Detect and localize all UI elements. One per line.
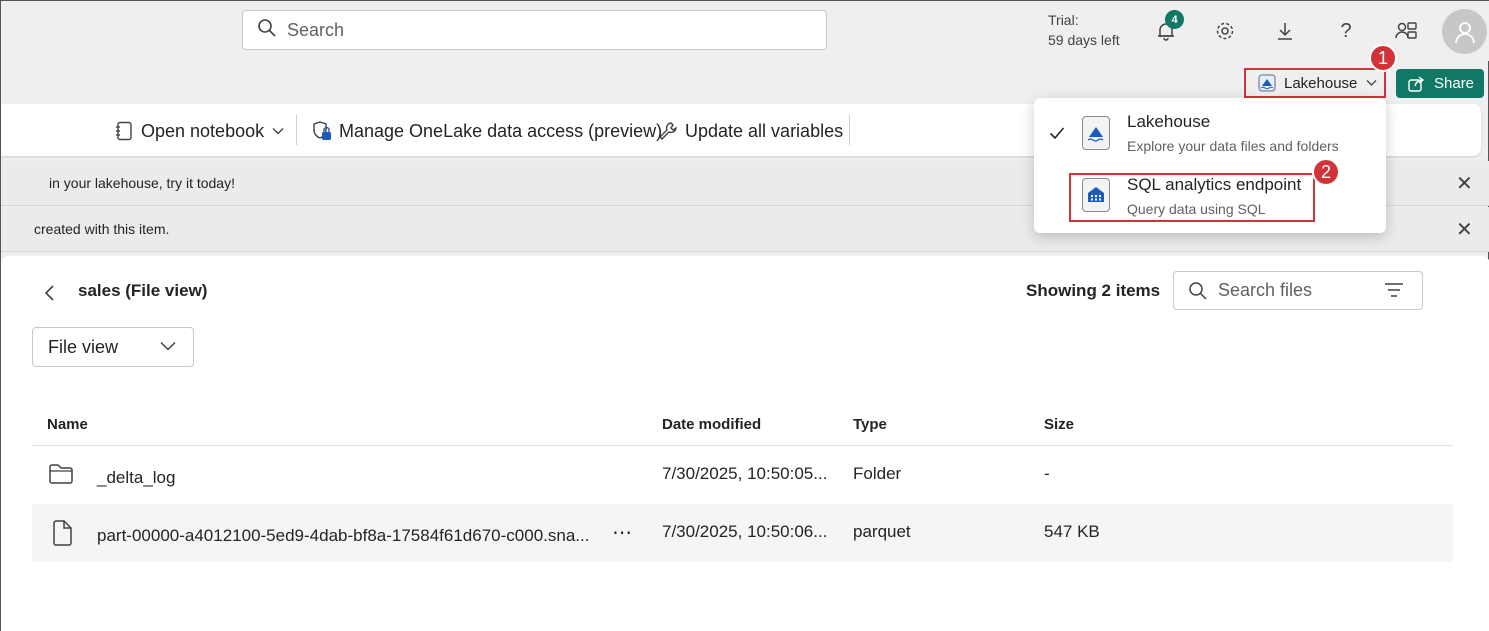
trial-status: Trial: 59 days left bbox=[1048, 10, 1120, 50]
view-select-value: File view bbox=[48, 336, 119, 357]
download-icon[interactable] bbox=[1270, 16, 1300, 46]
open-notebook-button[interactable]: Open notebook bbox=[115, 117, 284, 145]
column-header-name[interactable]: Name bbox=[47, 416, 88, 433]
update-all-variables-button[interactable]: Update all variables bbox=[657, 117, 843, 145]
file-size: 547 KB bbox=[1044, 522, 1100, 541]
banner-text: created with this item. bbox=[34, 221, 170, 237]
menu-item-lakehouse[interactable]: Lakehouse Explore your data files and fo… bbox=[1034, 110, 1386, 166]
column-header-date[interactable]: Date modified bbox=[662, 416, 761, 433]
file-search-placeholder: Search files bbox=[1218, 280, 1313, 300]
highlight-box bbox=[1069, 173, 1315, 222]
notification-badge: 4 bbox=[1165, 10, 1184, 29]
trial-label: Trial: bbox=[1048, 12, 1079, 28]
menu-item-title: Lakehouse bbox=[1127, 112, 1211, 131]
date-modified: 7/30/2025, 10:50:06... bbox=[662, 522, 828, 541]
share-label: Share bbox=[1434, 75, 1475, 92]
search-icon bbox=[257, 18, 277, 43]
update-all-variables-label: Update all variables bbox=[685, 120, 844, 141]
menu-item-subtitle: Explore your data files and folders bbox=[1127, 138, 1339, 154]
item-count: Showing 2 items bbox=[1026, 281, 1161, 300]
wrench-icon bbox=[657, 120, 679, 142]
workload-switcher-label: Lakehouse bbox=[1284, 74, 1358, 92]
trial-days-left: 59 days left bbox=[1048, 32, 1120, 48]
folder-icon bbox=[48, 463, 74, 490]
lakehouse-icon bbox=[1258, 74, 1276, 92]
file-name[interactable]: part-00000-a4012100-5ed9-4dab-bf8a-17584… bbox=[97, 526, 589, 546]
table-row[interactable]: _delta_log 7/30/2025, 10:50:05... Folder… bbox=[32, 446, 1453, 504]
file-icon bbox=[51, 520, 73, 551]
column-header-type[interactable]: Type bbox=[853, 416, 887, 433]
back-arrow-icon[interactable] bbox=[43, 283, 57, 308]
avatar[interactable] bbox=[1442, 9, 1487, 54]
close-icon[interactable]: ✕ bbox=[1456, 217, 1473, 242]
ribbon-divider bbox=[849, 115, 850, 145]
column-header-size[interactable]: Size bbox=[1044, 416, 1074, 433]
help-icon[interactable]: ? bbox=[1331, 16, 1361, 46]
step-callout-1: 1 bbox=[1369, 44, 1397, 72]
search-placeholder: Search bbox=[287, 19, 345, 40]
date-modified: 7/30/2025, 10:50:05... bbox=[662, 464, 828, 483]
chevron-down-icon bbox=[1366, 79, 1377, 87]
chevron-down-icon bbox=[272, 127, 284, 135]
file-size: - bbox=[1044, 464, 1050, 483]
search-icon bbox=[1188, 281, 1208, 301]
file-name[interactable]: _delta_log bbox=[97, 468, 175, 488]
chevron-down-icon bbox=[160, 341, 176, 351]
checkmark-icon bbox=[1049, 126, 1065, 145]
filter-icon[interactable] bbox=[1384, 282, 1404, 303]
lakehouse-icon bbox=[1082, 116, 1110, 150]
gear-icon[interactable] bbox=[1210, 16, 1240, 46]
file-explorer-panel bbox=[1, 256, 1489, 631]
banner-text: in your lakehouse, try it today! bbox=[49, 175, 235, 191]
workload-switcher-button[interactable]: Lakehouse bbox=[1244, 68, 1386, 98]
notebook-icon bbox=[115, 121, 133, 141]
open-notebook-label: Open notebook bbox=[141, 120, 265, 141]
file-type: parquet bbox=[853, 522, 911, 541]
people-icon[interactable] bbox=[1391, 16, 1421, 46]
global-search-input[interactable]: Search bbox=[242, 10, 827, 50]
close-icon[interactable]: ✕ bbox=[1456, 171, 1473, 196]
more-options-icon[interactable]: ⋯ bbox=[612, 520, 633, 545]
step-callout-2: 2 bbox=[1312, 158, 1340, 186]
shield-lock-icon bbox=[311, 120, 333, 142]
page-title: sales (File view) bbox=[78, 281, 208, 300]
table-row[interactable]: part-00000-a4012100-5ed9-4dab-bf8a-17584… bbox=[32, 504, 1453, 562]
share-button[interactable]: Share bbox=[1396, 69, 1484, 98]
file-type: Folder bbox=[853, 464, 902, 483]
manage-onelake-access-label: Manage OneLake data access (preview) bbox=[339, 120, 663, 141]
share-icon bbox=[1408, 75, 1426, 92]
ribbon-divider bbox=[296, 115, 297, 145]
view-select[interactable]: File view bbox=[32, 327, 194, 367]
manage-onelake-access-button[interactable]: Manage OneLake data access (preview) bbox=[311, 117, 662, 145]
